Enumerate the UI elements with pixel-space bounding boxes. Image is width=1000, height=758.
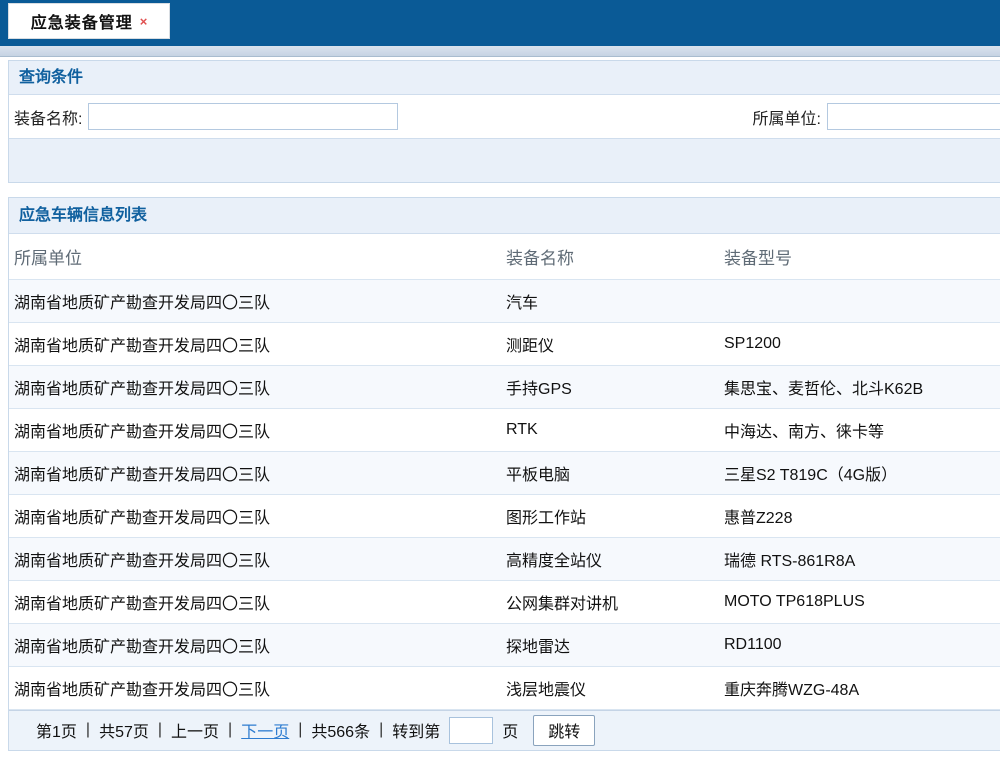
panel-gap: [0, 183, 1000, 197]
cell-equipment-model: 重庆奔腾WZG-48A: [719, 666, 1000, 709]
table-row: 湖南省地质矿产勘查开发局四〇三队 测距仪 SP1200: [9, 322, 1000, 365]
cell-owner-unit: 湖南省地质矿产勘查开发局四〇三队: [9, 365, 501, 408]
query-panel: 查询条件 装备名称: 所属单位:: [8, 60, 1000, 183]
table-row: 湖南省地质矿产勘查开发局四〇三队 高精度全站仪 瑞德 RTS-861R8A: [9, 537, 1000, 580]
separator: |: [86, 721, 90, 739]
separator: |: [298, 721, 302, 739]
cell-equipment-model: MOTO TP618PLUS: [719, 580, 1000, 623]
goto-page-input[interactable]: [449, 717, 493, 744]
cell-owner-unit: 湖南省地质矿产勘查开发局四〇三队: [9, 322, 501, 365]
cell-equipment-name: 探地雷达: [501, 623, 719, 666]
table-row: 湖南省地质矿产勘查开发局四〇三队 汽车: [9, 279, 1000, 322]
owner-unit-input[interactable]: [827, 103, 1000, 130]
total-items-label: 共566条: [311, 718, 370, 742]
separator: |: [228, 721, 232, 739]
separator: |: [379, 721, 383, 739]
jump-button[interactable]: 跳转: [533, 715, 595, 746]
cell-owner-unit: 湖南省地质矿产勘查开发局四〇三队: [9, 623, 501, 666]
column-header-owner-unit: 所属单位: [9, 234, 501, 279]
next-page-link[interactable]: 下一页: [241, 718, 289, 742]
cell-owner-unit: 湖南省地质矿产勘查开发局四〇三队: [9, 537, 501, 580]
owner-unit-field: 所属单位:: [753, 103, 1000, 130]
goto-prefix-label: 转到第: [392, 718, 440, 742]
query-panel-footer: [9, 139, 1000, 182]
cell-equipment-model: 瑞德 RTS-861R8A: [719, 537, 1000, 580]
tab-close-icon[interactable]: ×: [140, 15, 148, 28]
cell-equipment-model: 中海达、南方、徕卡等: [719, 408, 1000, 451]
column-header-equipment-name: 装备名称: [501, 234, 719, 279]
cell-equipment-name: 浅层地震仪: [501, 666, 719, 709]
table-row: 湖南省地质矿产勘查开发局四〇三队 浅层地震仪 重庆奔腾WZG-48A: [9, 666, 1000, 709]
tab-equipment-management[interactable]: 应急装备管理 ×: [8, 3, 170, 39]
cell-owner-unit: 湖南省地质矿产勘查开发局四〇三队: [9, 408, 501, 451]
cell-equipment-name: 汽车: [501, 279, 719, 322]
table-row: 湖南省地质矿产勘查开发局四〇三队 图形工作站 惠普Z228: [9, 494, 1000, 537]
column-header-equipment-model: 装备型号: [719, 234, 1000, 279]
table-row: 湖南省地质矿产勘查开发局四〇三队 公网集群对讲机 MOTO TP618PLUS: [9, 580, 1000, 623]
total-pages-label: 共57页: [99, 718, 149, 742]
tab-label: 应急装备管理: [31, 9, 133, 33]
list-panel: 应急车辆信息列表 所属单位 装备名称 装备型号 湖南省地质矿产勘查开发局四〇三队…: [8, 197, 1000, 751]
cell-equipment-name: 手持GPS: [501, 365, 719, 408]
equipment-name-input[interactable]: [88, 103, 398, 130]
cell-equipment-model: 集思宝、麦哲伦、北斗K62B: [719, 365, 1000, 408]
table-row: 湖南省地质矿产勘查开发局四〇三队 平板电脑 三星S2 T819C（4G版）: [9, 451, 1000, 494]
cell-equipment-model: SP1200: [719, 322, 1000, 365]
cell-equipment-name: RTK: [501, 408, 719, 451]
goto-suffix-label: 页: [502, 718, 518, 742]
query-panel-title: 查询条件: [9, 61, 1000, 95]
page: 应急装备管理 × 查询条件 装备名称: 所属单位: 应急车辆信息列表 所属单位 …: [0, 0, 1000, 758]
table-row: 湖南省地质矿产勘查开发局四〇三队 手持GPS 集思宝、麦哲伦、北斗K62B: [9, 365, 1000, 408]
cell-equipment-name: 测距仪: [501, 322, 719, 365]
separator: |: [158, 721, 162, 739]
cell-equipment-model: RD1100: [719, 623, 1000, 666]
table-header-row: 所属单位 装备名称 装备型号: [9, 234, 1000, 279]
cell-owner-unit: 湖南省地质矿产勘查开发局四〇三队: [9, 666, 501, 709]
cell-owner-unit: 湖南省地质矿产勘查开发局四〇三队: [9, 279, 501, 322]
current-page-label: 第1页: [36, 718, 77, 742]
table-row: 湖南省地质矿产勘查开发局四〇三队 探地雷达 RD1100: [9, 623, 1000, 666]
cell-equipment-name: 高精度全站仪: [501, 537, 719, 580]
owner-unit-label: 所属单位:: [753, 105, 821, 129]
cell-owner-unit: 湖南省地质矿产勘查开发局四〇三队: [9, 494, 501, 537]
cell-equipment-model: 三星S2 T819C（4G版）: [719, 451, 1000, 494]
tabbar-bottom-strip: [0, 46, 1000, 57]
cell-owner-unit: 湖南省地质矿产勘查开发局四〇三队: [9, 580, 501, 623]
tab-bar: 应急装备管理 ×: [0, 0, 1000, 46]
cell-equipment-name: 平板电脑: [501, 451, 719, 494]
cell-owner-unit: 湖南省地质矿产勘查开发局四〇三队: [9, 451, 501, 494]
list-panel-title: 应急车辆信息列表: [9, 198, 1000, 234]
table-row: 湖南省地质矿产勘查开发局四〇三队 RTK 中海达、南方、徕卡等: [9, 408, 1000, 451]
cell-equipment-model: [719, 279, 1000, 322]
query-fields-row: 装备名称: 所属单位:: [9, 95, 1000, 139]
pagination-bar: 第1页 | 共57页 | 上一页 | 下一页 | 共566条 | 转到第 页 跳…: [9, 710, 1000, 750]
prev-page-link[interactable]: 上一页: [171, 718, 219, 742]
cell-equipment-name: 图形工作站: [501, 494, 719, 537]
cell-equipment-model: 惠普Z228: [719, 494, 1000, 537]
equipment-name-label: 装备名称:: [14, 105, 82, 129]
equipment-table: 所属单位 装备名称 装备型号 湖南省地质矿产勘查开发局四〇三队 汽车 湖南省地质…: [9, 234, 1000, 710]
cell-equipment-name: 公网集群对讲机: [501, 580, 719, 623]
